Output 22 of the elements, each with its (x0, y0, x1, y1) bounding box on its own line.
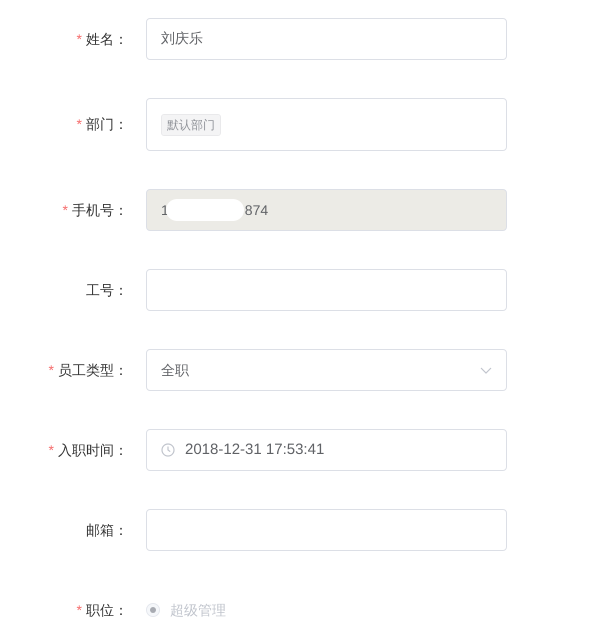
input-field[interactable]: 刘庆乐 (146, 18, 507, 60)
required-mark: * (62, 202, 68, 218)
required-mark: * (48, 442, 54, 458)
field-label: 姓名： (86, 30, 128, 46)
field-label: 部门： (86, 116, 128, 132)
datetime-field[interactable]: 2018-12-31 17:53:41 (146, 429, 507, 471)
select-field[interactable]: 全职 (146, 349, 507, 391)
field-label: 邮箱： (86, 522, 128, 538)
field-label: 员工类型： (58, 362, 128, 378)
input-field[interactable] (146, 509, 507, 551)
field-label: 手机号： (72, 202, 128, 218)
required-mark: * (76, 30, 82, 46)
field-label: 入职时间： (58, 442, 128, 458)
field-label: 职位： (86, 602, 128, 618)
required-mark: * (76, 602, 82, 618)
input-field[interactable] (146, 269, 507, 311)
required-mark: * (48, 362, 54, 378)
required-mark: * (76, 116, 82, 132)
clock-icon (161, 443, 175, 457)
chevron-down-icon (480, 366, 492, 374)
tag: 默认部门 (161, 114, 221, 136)
field-label: 工号： (86, 282, 128, 298)
